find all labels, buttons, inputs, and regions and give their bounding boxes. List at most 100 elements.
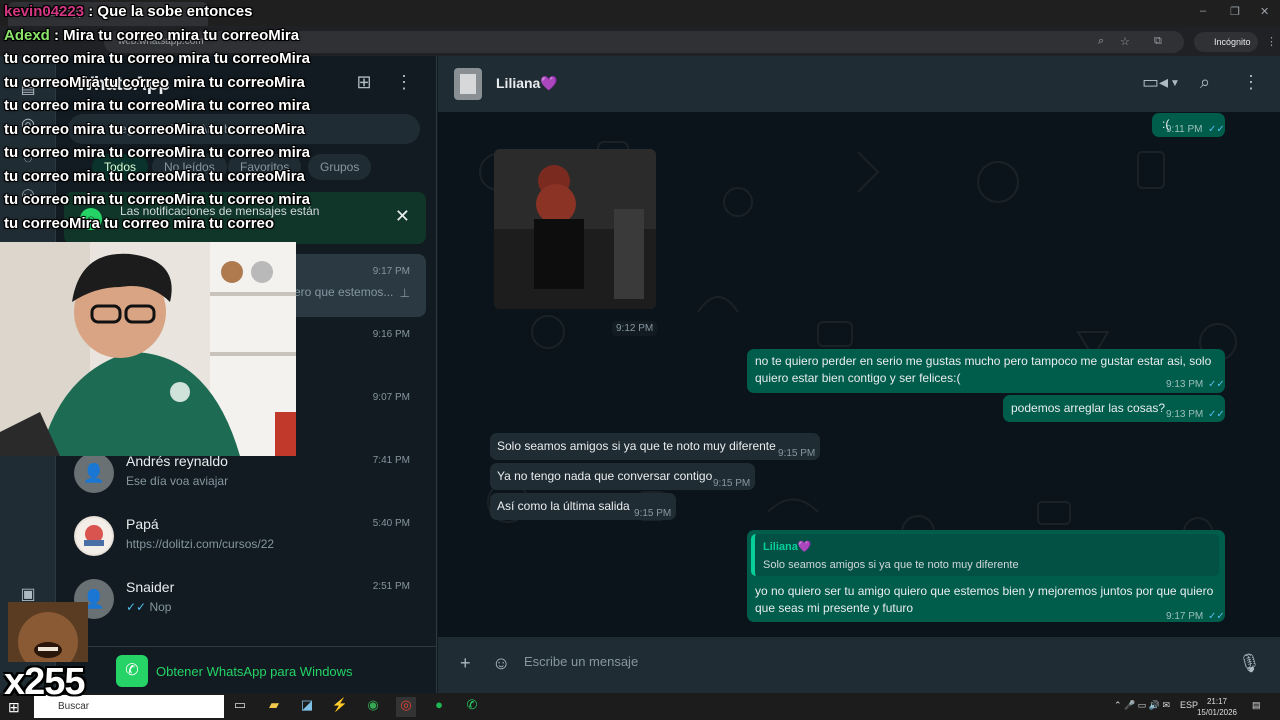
- microphone-icon[interactable]: 🎙: [1238, 653, 1261, 674]
- whatsapp-logo-icon: ✆: [116, 655, 148, 687]
- maximize-icon[interactable]: ❐: [1230, 5, 1240, 18]
- quoted-message[interactable]: Liliana💜 Solo seamos amigos si ya que te…: [751, 534, 1219, 576]
- message-time: 9:12 PM: [612, 321, 658, 336]
- emote-image: [8, 602, 88, 662]
- video-call-icon[interactable]: ▭◂: [1142, 72, 1168, 93]
- message-time: 9:11 PM: [1166, 124, 1203, 135]
- read-ticks-icon: ✓✓: [1208, 611, 1225, 622]
- stream-chat-line: Adexd : Mira tu correo mira tu correoMir…: [4, 24, 314, 48]
- browser-menu-icon[interactable]: ⋮: [1266, 35, 1277, 48]
- chat-time: 5:40 PM: [372, 518, 410, 529]
- get-whatsapp-banner[interactable]: ✆ Obtener WhatsApp para Windows: [56, 646, 437, 693]
- image-content: [494, 149, 656, 309]
- system-tray-icons[interactable]: ⌃ 🎤 ▭ 🔊 ✉: [1114, 700, 1170, 711]
- webcam-feed: [0, 242, 296, 456]
- conversation-header[interactable]: Liliana💜 ▭◂ ▼ ⌕ ⋮: [438, 56, 1280, 112]
- notepad-icon[interactable]: ◪: [297, 697, 317, 717]
- menu-icon[interactable]: ⋮: [392, 72, 416, 96]
- read-ticks-icon: ✓✓: [1208, 124, 1225, 135]
- message-time: 9:15 PM: [713, 478, 751, 489]
- chat-time: 9:16 PM: [372, 329, 410, 340]
- emoji-icon[interactable]: ☺: [492, 653, 510, 674]
- new-chat-icon[interactable]: ⊞: [352, 72, 376, 96]
- message-text-line: yo no quiero ser tu amigo quiero que est…: [755, 584, 1214, 598]
- stream-chat-continuation: tu correo mira tu correoMira tu correo m…: [4, 144, 310, 161]
- incognito-badge[interactable]: Incógnito: [1194, 32, 1258, 52]
- bookmark-star-icon[interactable]: ☆: [1120, 35, 1130, 48]
- close-window-icon[interactable]: ✕: [1260, 5, 1269, 18]
- stream-chat-continuation: tu correo mira tu correo mira tu correoM…: [4, 50, 310, 67]
- quoted-sender: Liliana💜: [763, 541, 812, 553]
- extension-icon[interactable]: ⧉: [1154, 35, 1162, 48]
- message-outgoing[interactable]: :( 9:11 PM ✓✓: [1152, 113, 1225, 137]
- clock-time: 21:17: [1206, 697, 1228, 706]
- chat-name: Snaider: [126, 579, 175, 595]
- contact-name[interactable]: Liliana💜: [496, 75, 558, 92]
- message-incoming[interactable]: Ya no tengo nada que conversar contigo 9…: [490, 463, 755, 490]
- media-icon[interactable]: ▣: [18, 584, 38, 604]
- close-icon[interactable]: ✕: [395, 206, 410, 227]
- stream-chat-continuation: tu correo mira tu correoMira tu correoMi…: [4, 167, 305, 185]
- message-time: 9:15 PM: [634, 508, 672, 519]
- read-ticks-icon: ✓✓: [1208, 379, 1225, 390]
- clock[interactable]: 21:17 15/01/2026: [1196, 696, 1238, 718]
- chrome-icon[interactable]: ◉: [363, 697, 383, 717]
- chat-time: 7:41 PM: [372, 455, 410, 466]
- emote-face: [8, 602, 88, 662]
- avatar-placeholder-icon: 👤: [74, 453, 114, 493]
- obs-icon[interactable]: ◎: [396, 697, 416, 717]
- message-input[interactable]: Escribe un mensaje: [524, 654, 638, 669]
- quoted-text: Solo seamos amigos si ya que te noto muy…: [763, 559, 1019, 571]
- image-message[interactable]: [494, 149, 656, 309]
- read-ticks-icon: ✓✓: [126, 600, 147, 614]
- chat-preview: ero que estemos...: [294, 285, 394, 299]
- file-explorer-icon[interactable]: ▰: [264, 697, 284, 717]
- pin-icon: ⊥: [399, 286, 410, 300]
- chat-item[interactable]: Papá 5:40 PM https://dolitzi.com/cursos/…: [64, 506, 426, 569]
- contact-avatar[interactable]: [454, 68, 482, 100]
- spotify-icon[interactable]: ●: [429, 697, 449, 717]
- message-text: Solo seamos amigos si ya que te noto muy…: [497, 439, 776, 453]
- message-outgoing[interactable]: podemos arreglar las cosas? 9:13 PM ✓✓: [1003, 395, 1225, 422]
- message-text: Ya no tengo nada que conversar contigo: [497, 469, 713, 483]
- message-time: 9:15 PM: [778, 448, 816, 459]
- chevron-down-icon[interactable]: ▼: [1170, 78, 1180, 89]
- message-outgoing-reply[interactable]: Liliana💜 Solo seamos amigos si ya que te…: [747, 530, 1225, 622]
- composer: + ☺ Escribe un mensaje 🎙: [438, 637, 1280, 693]
- stream-chat-overlay: kevin04223 : Que la sobe entonces Adexd …: [4, 0, 314, 235]
- stream-chat-message: : Mira tu correo mira tu correoMira: [54, 26, 300, 44]
- message-time: 9:13 PM: [1166, 379, 1204, 390]
- stream-chat-continuation: tu correoMira tu correo mira tu correoMi…: [4, 73, 305, 91]
- chat-time: 9:17 PM: [372, 266, 410, 277]
- stream-chat-continuation: tu correoMira tu correo mira tu correo: [4, 214, 275, 232]
- message-text: Así como la última salida: [497, 499, 630, 513]
- webcam-overlay: [0, 242, 296, 456]
- message-text-line: no te quiero perder en serio me gustas m…: [755, 354, 1212, 368]
- search-icon[interactable]: ⌕: [1200, 72, 1210, 93]
- message-incoming[interactable]: Así como la última salida 9:15 PM: [490, 493, 676, 520]
- chat-time: 9:07 PM: [372, 392, 410, 403]
- filter-groups[interactable]: Grupos: [308, 154, 372, 180]
- message-outgoing[interactable]: no te quiero perder en serio me gustas m…: [747, 349, 1225, 393]
- taskbar: ⊞ Buscar ▭ ▰ ◪ ⚡ ◉ ◎ ● ✆ ⌃ 🎤 ▭ 🔊 ✉ ESP 2…: [0, 693, 1280, 720]
- attach-plus-icon[interactable]: +: [460, 653, 471, 674]
- chat-time: 2:51 PM: [372, 581, 410, 592]
- chat-item[interactable]: 👤 Snaider 2:51 PM ✓✓ Nop: [64, 569, 426, 632]
- menu-icon[interactable]: ⋮: [1242, 72, 1260, 93]
- notifications-icon[interactable]: ▤: [1252, 700, 1261, 711]
- message-incoming[interactable]: Solo seamos amigos si ya que te noto muy…: [490, 433, 820, 460]
- stream-chat-continuation: tu correo mira tu correoMira tu correo m…: [4, 97, 310, 114]
- stream-chat-username: Adexd: [4, 26, 50, 44]
- get-whatsapp-link[interactable]: Obtener WhatsApp para Windows: [156, 664, 353, 679]
- zoom-icon[interactable]: ⌕: [1098, 35, 1104, 48]
- app-icon[interactable]: ⚡: [330, 697, 350, 717]
- task-view-icon[interactable]: ▭: [230, 697, 250, 717]
- conversation-panel: Liliana💜 ▭◂ ▼ ⌕ ⋮ :( 9:11 PM ✓✓ 9:12 PM …: [438, 56, 1280, 693]
- message-text-line: quiero estar bien contigo y ser felices:…: [755, 371, 961, 385]
- chat-preview: https://dolitzi.com/cursos/22: [126, 537, 275, 551]
- stream-chat-line: kevin04223 : Que la sobe entonces: [4, 0, 314, 24]
- emote-multiplier: x255: [4, 661, 86, 703]
- whatsapp-taskbar-icon[interactable]: ✆: [462, 697, 482, 717]
- read-ticks-icon: ✓✓: [1208, 409, 1225, 420]
- minimize-icon[interactable]: –: [1200, 5, 1206, 17]
